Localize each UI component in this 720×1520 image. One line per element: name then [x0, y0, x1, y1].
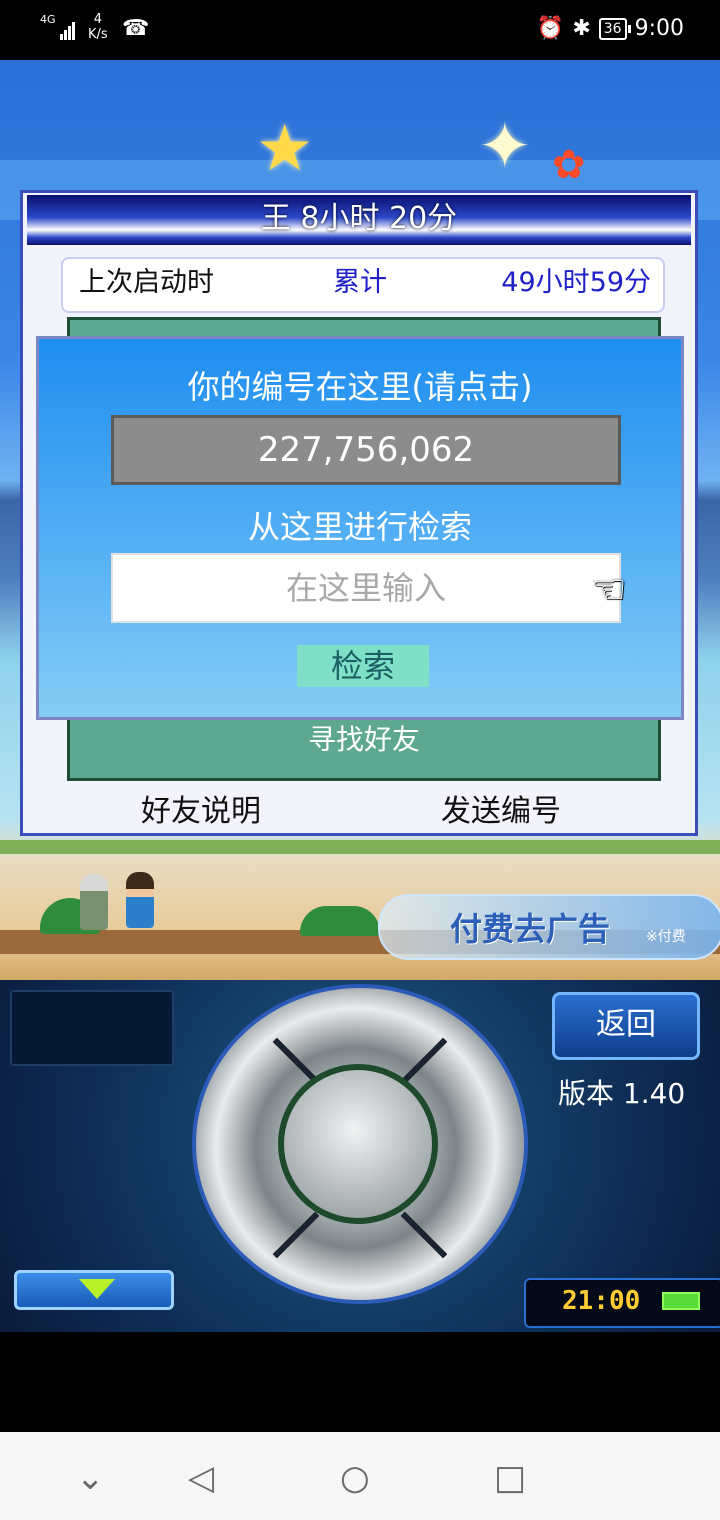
system-nav-bar: ⌄ ◁ ○ □: [0, 1432, 720, 1520]
down-arrow-icon: [79, 1279, 115, 1299]
find-friend-button[interactable]: 寻找好友: [70, 718, 658, 758]
controller-panel: 返回 版本 1.40 21:00: [0, 980, 720, 1332]
status-bar: 4G 4 K/s ☎ ⏰ ✱ 36 9:00: [0, 0, 720, 60]
sparkle-icon: ✦: [478, 110, 532, 184]
home-nav-icon[interactable]: ○: [340, 1458, 370, 1498]
dpad-divider: [400, 1037, 448, 1085]
recents-nav-icon[interactable]: □: [494, 1458, 526, 1498]
search-input[interactable]: 在这里输入: [111, 553, 621, 623]
play-time-row: 上次启动时 累计 49小时59分: [61, 257, 665, 313]
scroll-down-button[interactable]: [14, 1270, 174, 1310]
speed-unit: K/s: [88, 27, 108, 42]
remove-ads-button[interactable]: 付费去广告 ※付费: [378, 894, 720, 960]
send-id-button[interactable]: 发送编号: [441, 786, 561, 830]
hedge-row: [0, 840, 720, 854]
total-value: 49小时59分: [501, 267, 651, 298]
last-launch-label: 上次启动时: [79, 267, 214, 298]
bluetooth-icon: ✱: [572, 16, 591, 41]
game-time: 21:00: [562, 1286, 641, 1316]
friend-help-button[interactable]: 好友说明: [141, 786, 261, 830]
dialog-title: 王 8小时 20分: [260, 201, 458, 236]
status-right: ⏰ ✱ 36 9:00: [537, 16, 684, 41]
character-elder: [80, 874, 108, 930]
dpad-divider: [272, 1211, 320, 1259]
game-clock: 21:00: [524, 1278, 720, 1328]
network-type: 4G: [40, 13, 56, 26]
network-speed: 4 K/s: [88, 12, 108, 42]
friend-search-overlay: 你的编号在这里(请点击) 227,756,062 从这里进行检索 在这里输入 ☜…: [36, 336, 684, 720]
battery-icon: [662, 1292, 700, 1310]
user-id-button[interactable]: 227,756,062: [111, 415, 621, 485]
remove-ads-label: 付费去广告: [450, 910, 611, 948]
back-button[interactable]: 返回: [552, 992, 700, 1060]
lcd-screen: [10, 990, 174, 1066]
signal-icon: [60, 22, 75, 40]
missed-call-icon: ☎: [122, 16, 150, 41]
id-prompt: 你的编号在这里(请点击): [187, 368, 533, 406]
alarm-icon: ⏰: [536, 16, 565, 41]
back-nav-icon[interactable]: ◁: [188, 1458, 214, 1498]
collapse-icon[interactable]: ⌄: [76, 1458, 105, 1498]
character-player: [126, 872, 154, 928]
version-label: 版本 1.40: [558, 1077, 686, 1110]
dpad-center-button[interactable]: [278, 1064, 438, 1224]
paid-note: ※付费: [646, 929, 686, 945]
bush: [300, 906, 380, 936]
battery-indicator: 36: [598, 17, 631, 40]
search-prompt: 从这里进行检索: [247, 508, 472, 546]
search-button[interactable]: 检索: [297, 645, 429, 687]
dpad[interactable]: [192, 984, 528, 1304]
pointing-hand-icon: ☜: [591, 567, 627, 613]
flower-icon: ✿: [552, 142, 586, 188]
dpad-divider: [400, 1211, 448, 1259]
speed-value: 4: [93, 12, 102, 27]
dialog-header: 王 8小时 20分: [27, 195, 691, 245]
clock: 9:00: [634, 16, 684, 41]
total-label: 累计: [333, 267, 387, 298]
star-icon: ★: [256, 112, 314, 186]
